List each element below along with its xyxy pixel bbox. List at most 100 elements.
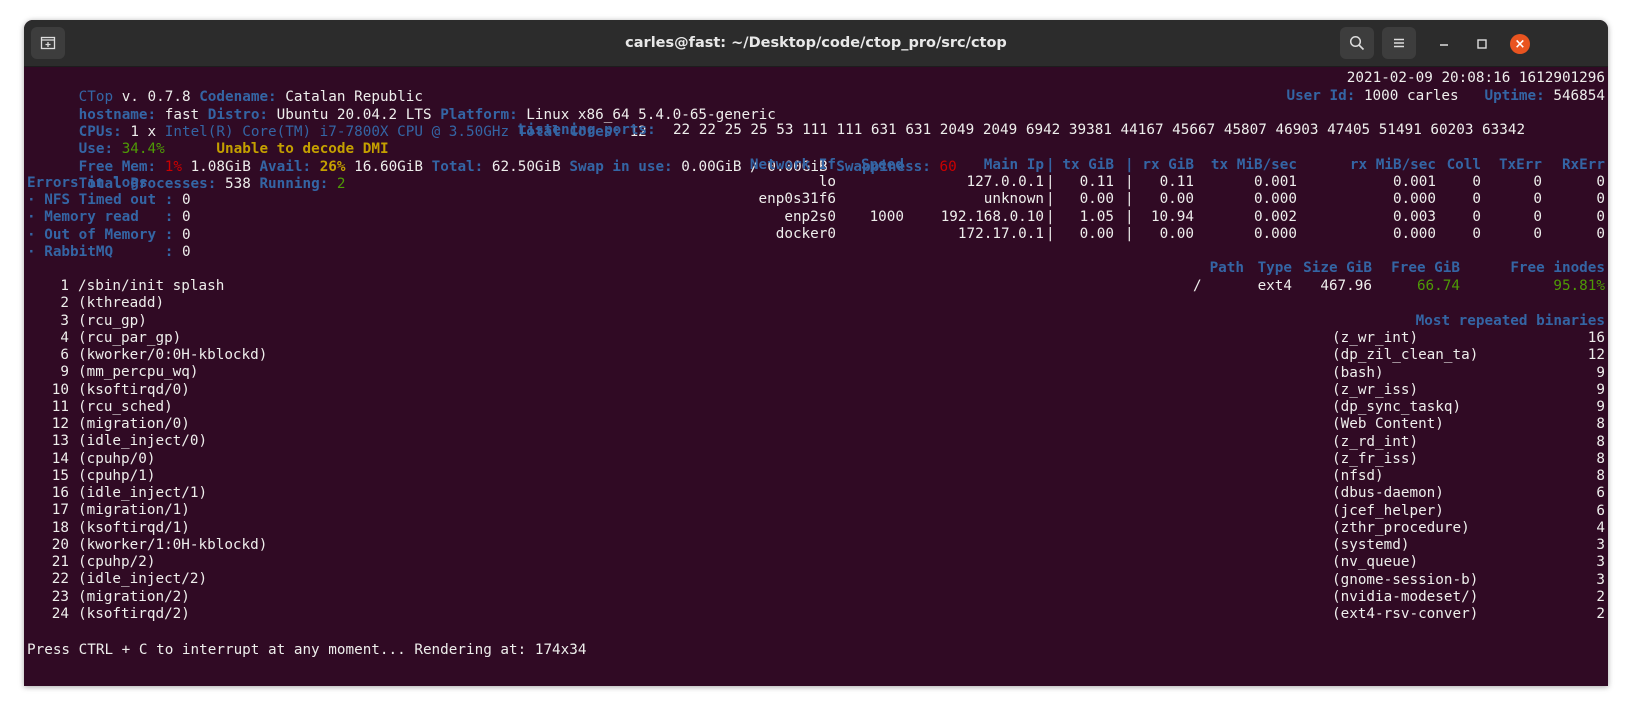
process-pid: 13 xyxy=(51,433,69,450)
binary-count: 16 xyxy=(1587,330,1605,346)
header-line-3: CPUs: 1 x Intel(R) Core(TM) i7-7800X CPU… xyxy=(27,105,1605,140)
binary-count: 8 xyxy=(1596,433,1605,450)
close-icon: × xyxy=(1510,34,1530,54)
error-separator: : xyxy=(164,243,174,260)
process-name: (migration/0) xyxy=(78,416,190,432)
listening-label: Listening ports: xyxy=(518,122,656,138)
error-separator: : xyxy=(164,192,174,208)
process-name: (idle_inject/1) xyxy=(78,485,208,501)
disk-type: ext4 xyxy=(1257,278,1292,294)
process-name: /sbin/init splash xyxy=(78,278,225,294)
process-name: (kworker/0:0H-kblockd) xyxy=(78,347,268,363)
binary-name: (nfsd) xyxy=(1332,468,1384,484)
new-tab-icon xyxy=(40,36,56,50)
error-count: 0 xyxy=(181,192,191,208)
disk-path: / xyxy=(1193,278,1202,294)
close-button[interactable]: × xyxy=(1509,33,1531,55)
process-pid: 21 xyxy=(51,554,69,570)
process-name: (migration/2) xyxy=(78,588,190,605)
process-name: (rcu_par_gp) xyxy=(78,329,182,346)
binary-name: (systemd) xyxy=(1332,537,1410,553)
binary-name: (z_fr_iss) xyxy=(1332,450,1419,467)
network-header-speed: Speed xyxy=(860,157,904,173)
error-separator: : xyxy=(164,226,174,243)
binary-name: (z_rd_int) xyxy=(1332,433,1419,450)
error-label: · NFS Timed out xyxy=(27,192,157,208)
errors-title: Errors in logs xyxy=(27,174,1605,192)
network-header-sep-1: | xyxy=(1046,157,1055,173)
binary-name: (bash) xyxy=(1332,364,1384,381)
disk-free: 66.74 xyxy=(1416,278,1460,294)
process-pid: 16 xyxy=(51,485,69,501)
title-bar: carles@fast: ~/Desktop/code/ctop_pro/src… xyxy=(24,20,1608,67)
error-row: · NFS Timed out : 0 xyxy=(27,191,1605,209)
binary-name: (dp_sync_taskq) xyxy=(1332,399,1462,415)
datetime: 2021-02-09 20:08:16 1612901296 xyxy=(1346,70,1605,86)
process-name: (kthreadd) xyxy=(78,295,165,312)
listening-ports: Listening ports: 22 22 25 25 53 111 111 … xyxy=(518,122,1525,138)
binary-count: 9 xyxy=(1596,399,1605,415)
disk-header-free: Free GiB xyxy=(1391,260,1460,276)
process-name: (idle_inject/2) xyxy=(78,571,208,588)
error-count: 0 xyxy=(181,243,191,260)
terminal-screen[interactable]: CTop v. 0.7.8 Codename: Catalan Republic… xyxy=(24,67,1608,686)
process-name: (migration/1) xyxy=(78,502,190,519)
binary-count: 12 xyxy=(1587,347,1605,364)
process-name: (rcu_gp) xyxy=(78,312,147,329)
process-pid: 11 xyxy=(51,398,69,415)
process-pid: 10 xyxy=(51,381,69,398)
error-label: · Out of Memory xyxy=(27,226,157,243)
error-row: · Memory read : 0 xyxy=(27,208,1605,226)
process-name: (rcu_sched) xyxy=(78,398,173,415)
binary-count: 8 xyxy=(1596,450,1605,467)
binary-count: 3 xyxy=(1596,571,1605,588)
process-name: (ksoftirqd/1) xyxy=(78,519,190,536)
process-pid: 18 xyxy=(51,519,69,536)
disk-inodes: 95.81% xyxy=(1553,278,1605,294)
process-name: (mm_percpu_wq) xyxy=(78,364,199,381)
network-header-rx-gib: rx GiB xyxy=(1142,157,1194,173)
binary-name: (nv_queue) xyxy=(1332,554,1419,571)
disk-header-type: Type xyxy=(1257,260,1292,276)
process-name: (ksoftirqd/2) xyxy=(78,605,190,622)
binary-count: 2 xyxy=(1596,606,1605,622)
search-button[interactable] xyxy=(1340,27,1374,59)
process-pid: 4 xyxy=(60,329,69,346)
binary-name: (dp_zil_clean_ta) xyxy=(1332,347,1479,364)
binary-name: (jcef_helper) xyxy=(1332,502,1444,519)
uptime-value: 546854 xyxy=(1553,88,1605,104)
error-label: · RabbitMQ xyxy=(27,243,157,260)
maximize-button[interactable] xyxy=(1471,33,1493,55)
search-icon xyxy=(1349,35,1365,51)
process-pid: 9 xyxy=(60,364,69,381)
footer-status: Press CTRL + C to interrupt at any momen… xyxy=(27,642,587,658)
error-count: 0 xyxy=(181,209,191,226)
process-pid: 15 xyxy=(51,467,69,484)
minimize-button[interactable] xyxy=(1433,33,1455,55)
process-pid: 23 xyxy=(51,588,69,605)
uptime-label: Uptime: xyxy=(1484,88,1545,104)
process-pid: 20 xyxy=(51,536,69,553)
binaries-title: Most repeated binaries xyxy=(1415,313,1605,329)
binary-name: (nvidia-modeset/) xyxy=(1332,588,1479,605)
binary-count: 3 xyxy=(1596,554,1605,571)
binary-count: 9 xyxy=(1596,381,1605,398)
process-name: (cpuhp/2) xyxy=(78,554,156,570)
listening-ports-value: 22 22 25 25 53 111 111 631 631 2049 2049… xyxy=(672,122,1526,138)
network-header-tx-gib: tx GiB xyxy=(1062,157,1114,173)
menu-button[interactable] xyxy=(1382,27,1416,59)
disk-header-path: Path xyxy=(1209,260,1244,276)
process-pid: 14 xyxy=(51,450,69,467)
error-row: · RabbitMQ : 0 xyxy=(27,243,1605,261)
binary-count: 8 xyxy=(1596,468,1605,484)
new-tab-button[interactable] xyxy=(31,27,65,59)
process-name: (ksoftirqd/0) xyxy=(78,381,190,398)
terminal-window: carles@fast: ~/Desktop/code/ctop_pro/src… xyxy=(24,20,1608,686)
error-row: · Out of Memory : 0 xyxy=(27,226,1605,244)
binary-count: 3 xyxy=(1596,537,1605,553)
binary-name: (ext4-rsv-conver) xyxy=(1332,606,1479,622)
process-name: (cpuhp/0) xyxy=(78,450,156,467)
binary-name: (zthr_procedure) xyxy=(1332,519,1470,536)
error-separator: : xyxy=(164,209,174,226)
binary-count: 9 xyxy=(1596,364,1605,381)
